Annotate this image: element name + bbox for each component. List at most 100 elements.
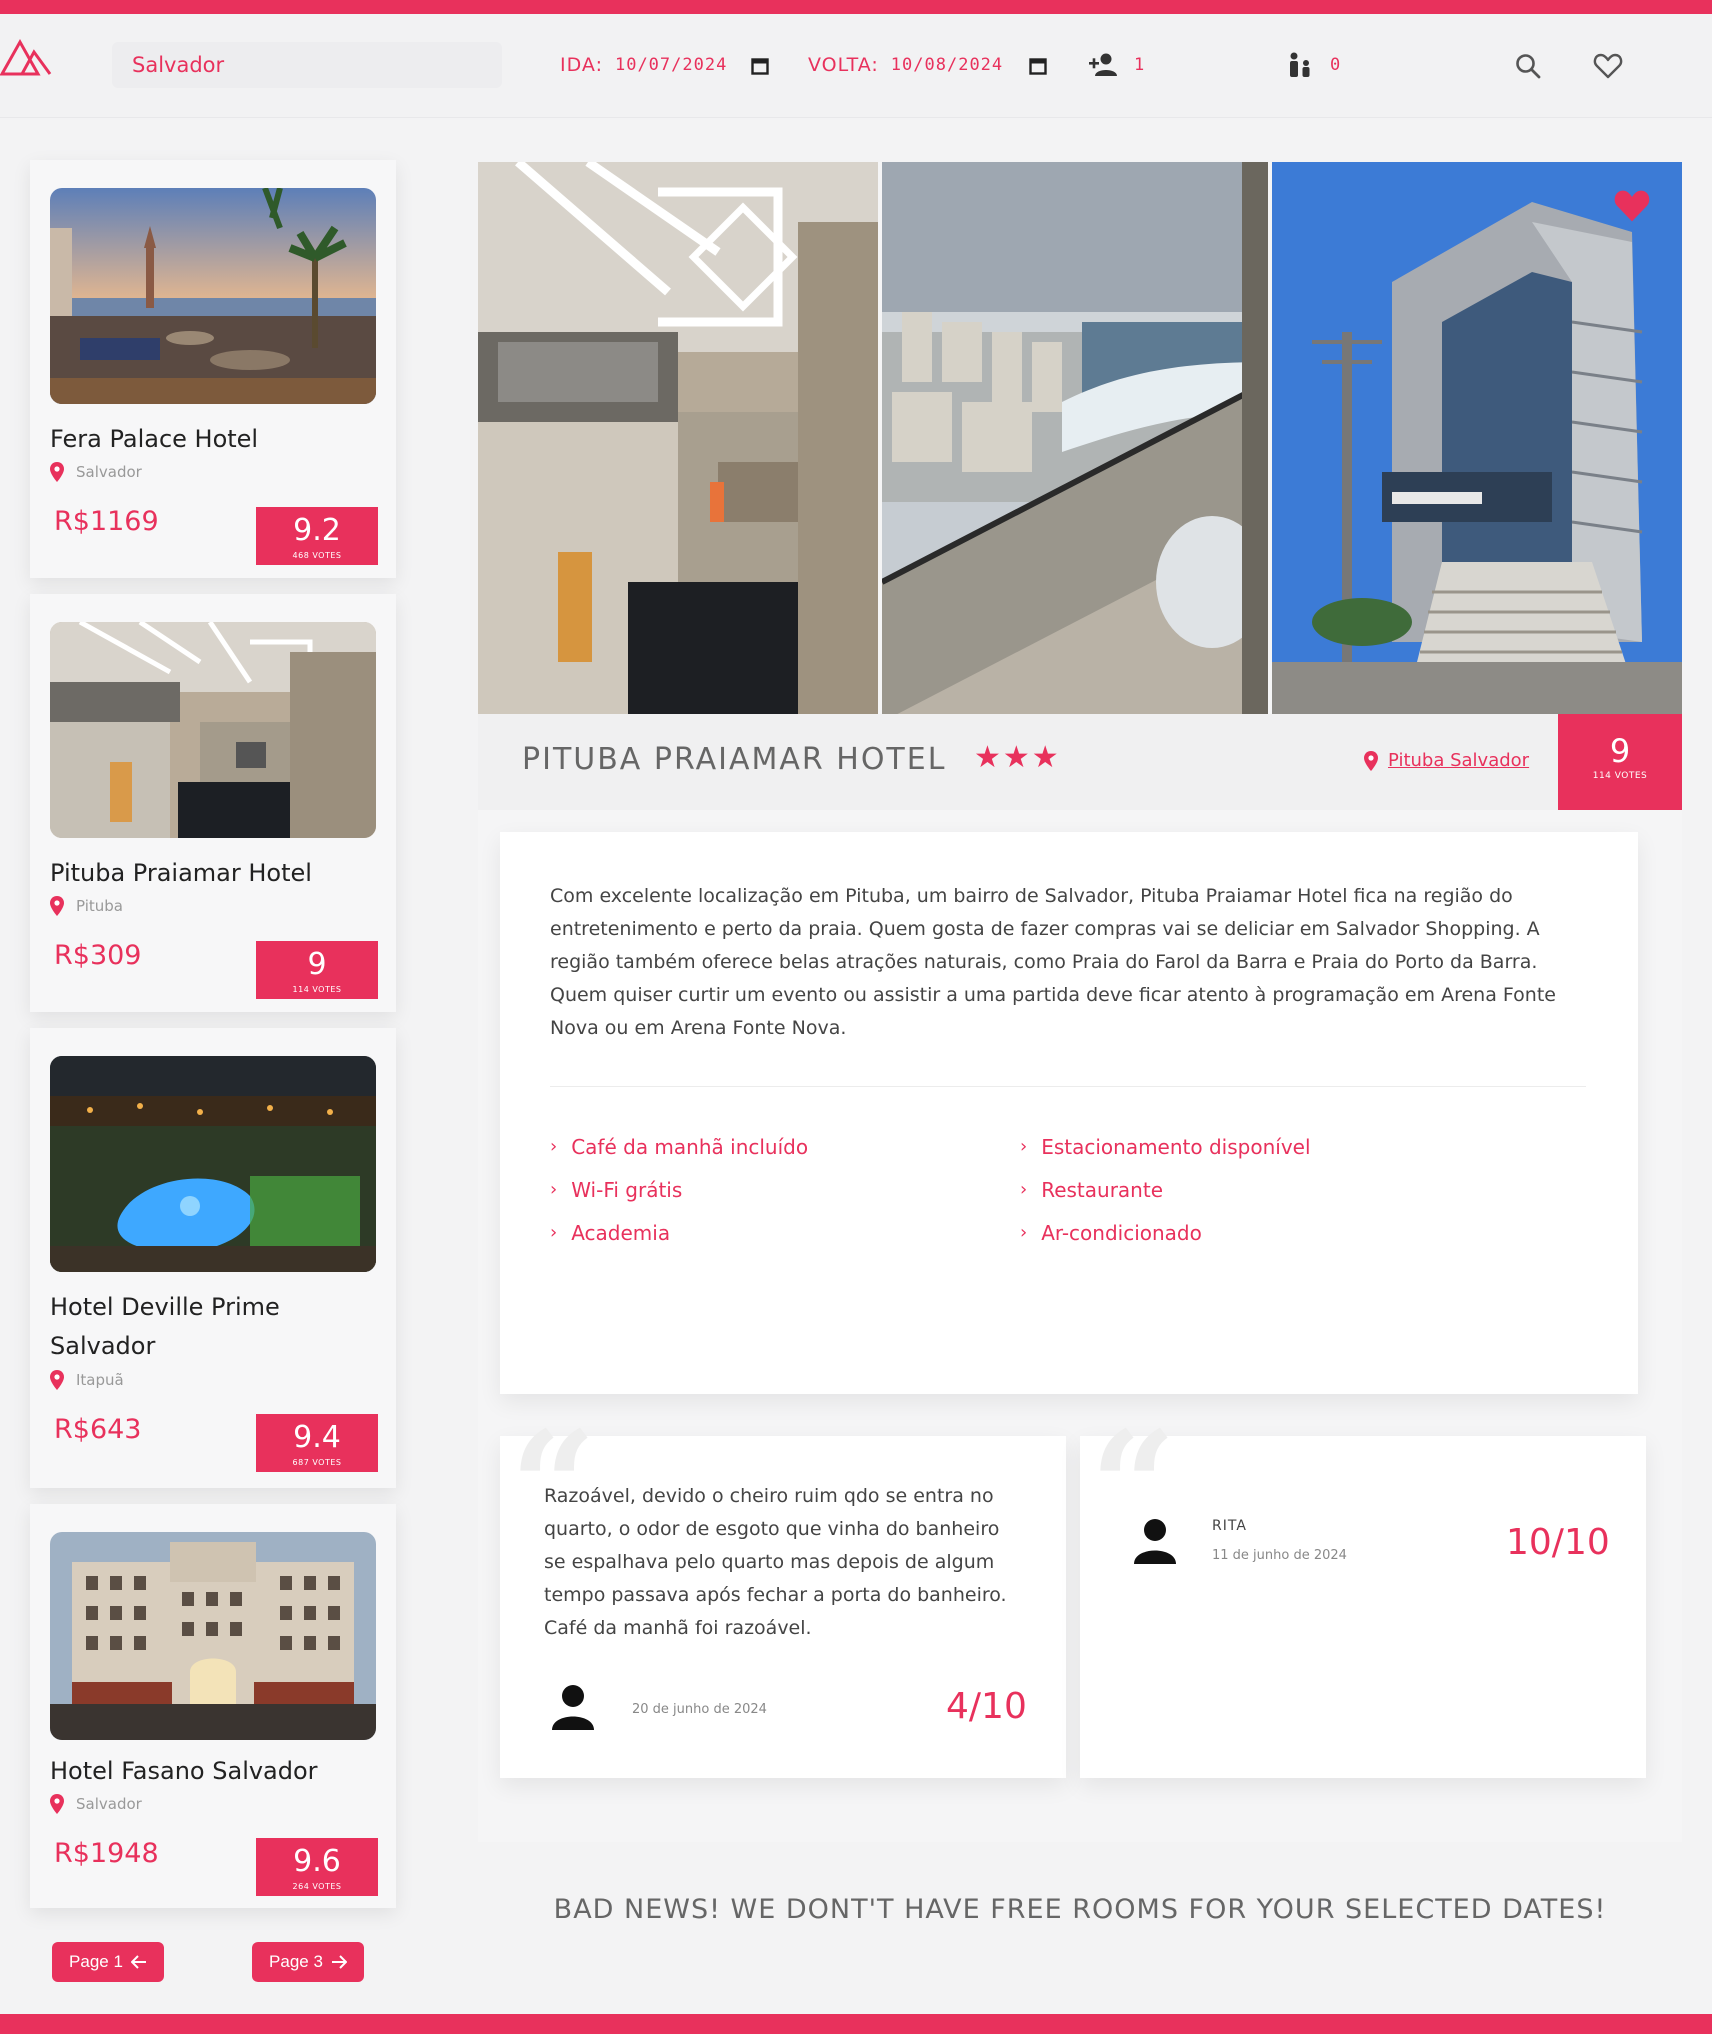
checkin-value: 10/07/2024 <box>614 55 728 75</box>
hotel-detail-panel: PITUBA PRAIAMAR HOTEL ★★★ Pituba Salvado… <box>478 162 1682 1842</box>
family-icon <box>1290 52 1310 77</box>
hotel-location-text: Salvador <box>76 463 142 481</box>
hotel-location: Pituba <box>50 896 123 916</box>
amenity-item: › Wi-Fi grátis <box>550 1177 1020 1202</box>
destination-search-input[interactable]: Salvador <box>112 42 502 88</box>
hotel-location-text: Salvador <box>76 1795 142 1813</box>
bottom-accent-bar <box>0 2014 1712 2034</box>
hotel-title: PITUBA PRAIAMAR HOTEL <box>522 742 947 777</box>
next-page-label: Page 3 <box>269 1952 323 1971</box>
hotel-location: Salvador <box>50 462 142 482</box>
hotel-location-link-text[interactable]: Pituba Salvador <box>1388 750 1529 771</box>
amenity-item: › Restaurante <box>1020 1177 1490 1202</box>
amenity-label: Academia <box>571 1220 671 1245</box>
review-date: 20 de junho de 2024 <box>632 1702 767 1717</box>
hotel-votes: 687 VOTES <box>292 1458 342 1467</box>
arrow-left-icon <box>130 1955 146 1969</box>
chevron-right-icon: › <box>550 1136 558 1157</box>
hotel-score: 9 <box>1609 732 1631 770</box>
hotel-name[interactable]: Fera Palace Hotel <box>50 420 258 459</box>
add-person-icon <box>1089 53 1117 76</box>
hotel-votes: 114 VOTES <box>1592 771 1648 781</box>
gallery-photo-lobby[interactable] <box>478 162 878 714</box>
adults-count: 1 <box>1134 55 1146 75</box>
photo-gallery <box>478 162 1682 714</box>
favorite-heart-icon[interactable] <box>1612 188 1652 228</box>
hotel-location-text: Itapuã <box>76 1371 124 1389</box>
hotel-price: R$643 <box>54 1414 142 1445</box>
location-pin-icon <box>50 1370 64 1390</box>
arrow-right-icon <box>331 1955 347 1969</box>
hotel-name[interactable]: Hotel Fasano Salvador <box>50 1752 318 1791</box>
hotel-thumbnail[interactable] <box>50 1532 376 1740</box>
children-count: 0 <box>1330 55 1342 75</box>
divider <box>550 1086 1586 1087</box>
hotel-location-link[interactable]: Pituba Salvador <box>1364 750 1529 771</box>
hotel-description-card: Com excelente localização em Pituba, um … <box>500 832 1638 1394</box>
checkout-value: 10/08/2024 <box>890 55 1004 75</box>
hotel-title-row: PITUBA PRAIAMAR HOTEL ★★★ Pituba Salvado… <box>478 714 1682 810</box>
hotel-price: R$1169 <box>54 506 159 537</box>
hotel-name[interactable]: Pituba Praiamar Hotel <box>50 854 312 893</box>
next-page-button[interactable]: Page 3 <box>252 1942 364 1982</box>
hotel-card[interactable]: Pituba Praiamar Hotel Pituba R$309 9 114… <box>30 594 396 1012</box>
calendar-icon[interactable] <box>1026 54 1050 78</box>
children-selector[interactable]: 0 <box>1286 50 1341 80</box>
location-pin-icon <box>50 896 64 916</box>
availability-message-text: BAD NEWS! WE DONT'T HAVE FREE ROOMS FOR … <box>553 1894 1607 1925</box>
user-avatar-icon <box>1132 1518 1178 1568</box>
hotel-score: 9.6 <box>293 1844 341 1879</box>
hotel-thumbnail[interactable] <box>50 1056 376 1272</box>
hotel-description: Com excelente localização em Pituba, um … <box>550 885 1556 1039</box>
location-pin-icon <box>1364 750 1378 771</box>
hotel-votes: 468 VOTES <box>292 551 342 560</box>
amenity-label: Wi-Fi grátis <box>571 1177 683 1202</box>
hotel-location: Itapuã <box>50 1370 124 1390</box>
location-pin-icon <box>50 462 64 482</box>
hotel-score-badge: 9.6 264 VOTES <box>256 1838 378 1896</box>
calendar-icon[interactable] <box>748 54 772 78</box>
hotel-price: R$309 <box>54 940 142 971</box>
review-date: 11 de junho de 2024 <box>1212 1548 1347 1563</box>
checkout-label: VOLTA: <box>808 54 879 76</box>
checkout-date-field[interactable]: VOLTA: 10/08/2024 <box>808 50 1003 80</box>
gallery-photo-facade[interactable] <box>1272 162 1682 714</box>
amenity-label: Ar-condicionado <box>1041 1220 1202 1245</box>
hotel-location: Salvador <box>50 1794 142 1814</box>
hotel-card[interactable]: Hotel Fasano Salvador Salvador R$1948 9.… <box>30 1504 396 1908</box>
hotel-thumbnail[interactable] <box>50 622 376 838</box>
review-author: RITA <box>1212 1518 1247 1534</box>
hotel-votes: 114 VOTES <box>292 985 342 994</box>
gallery-photo-balcony-view[interactable] <box>882 162 1268 714</box>
chevron-right-icon: › <box>1020 1222 1028 1243</box>
hotel-score-badge: 9.2 468 VOTES <box>256 507 378 565</box>
review-card: “ Razoável, devido o cheiro ruim qdo se … <box>500 1412 1066 1778</box>
hotel-card[interactable]: Fera Palace Hotel Salvador R$1169 9.2 46… <box>30 160 396 578</box>
adults-selector[interactable]: 1 <box>1088 50 1145 80</box>
hotel-card[interactable]: Hotel Deville Prime Salvador Itapuã R$64… <box>30 1028 396 1488</box>
chevron-right-icon: › <box>550 1222 558 1243</box>
hotel-score-badge: 9.4 687 VOTES <box>256 1414 378 1472</box>
hotel-score: 9.4 <box>293 1420 341 1455</box>
review-score: 4/10 <box>946 1686 1027 1727</box>
hotel-score: 9 <box>307 947 327 982</box>
hotel-votes: 264 VOTES <box>292 1882 342 1891</box>
amenities-list: › Café da manhã incluído › Estacionamento … <box>550 1134 1550 1245</box>
hotel-location-text: Pituba <box>76 897 123 915</box>
hotel-score-badge: 9 114 VOTES <box>1558 714 1682 810</box>
location-pin-icon <box>50 1794 64 1814</box>
chevron-right-icon: › <box>550 1179 558 1200</box>
amenity-item: › Estacionamento disponível <box>1020 1134 1490 1159</box>
amenity-item: › Academia <box>550 1220 1020 1245</box>
chevron-right-icon: › <box>1020 1179 1028 1200</box>
favorites-heart-icon[interactable] <box>1590 48 1626 84</box>
hotel-thumbnail[interactable] <box>50 188 376 404</box>
logo-icon[interactable] <box>0 34 54 78</box>
hotel-score-badge: 9 114 VOTES <box>256 941 378 999</box>
checkin-date-field[interactable]: IDA: 10/07/2024 <box>560 50 727 80</box>
review-score: 10/10 <box>1506 1522 1610 1563</box>
header: Salvador IDA: 10/07/2024 VOLTA: 10/08/20… <box>0 14 1712 118</box>
previous-page-button[interactable]: Page 1 <box>52 1942 164 1982</box>
search-icon[interactable] <box>1510 48 1546 84</box>
hotel-name[interactable]: Hotel Deville Prime Salvador <box>50 1288 380 1366</box>
